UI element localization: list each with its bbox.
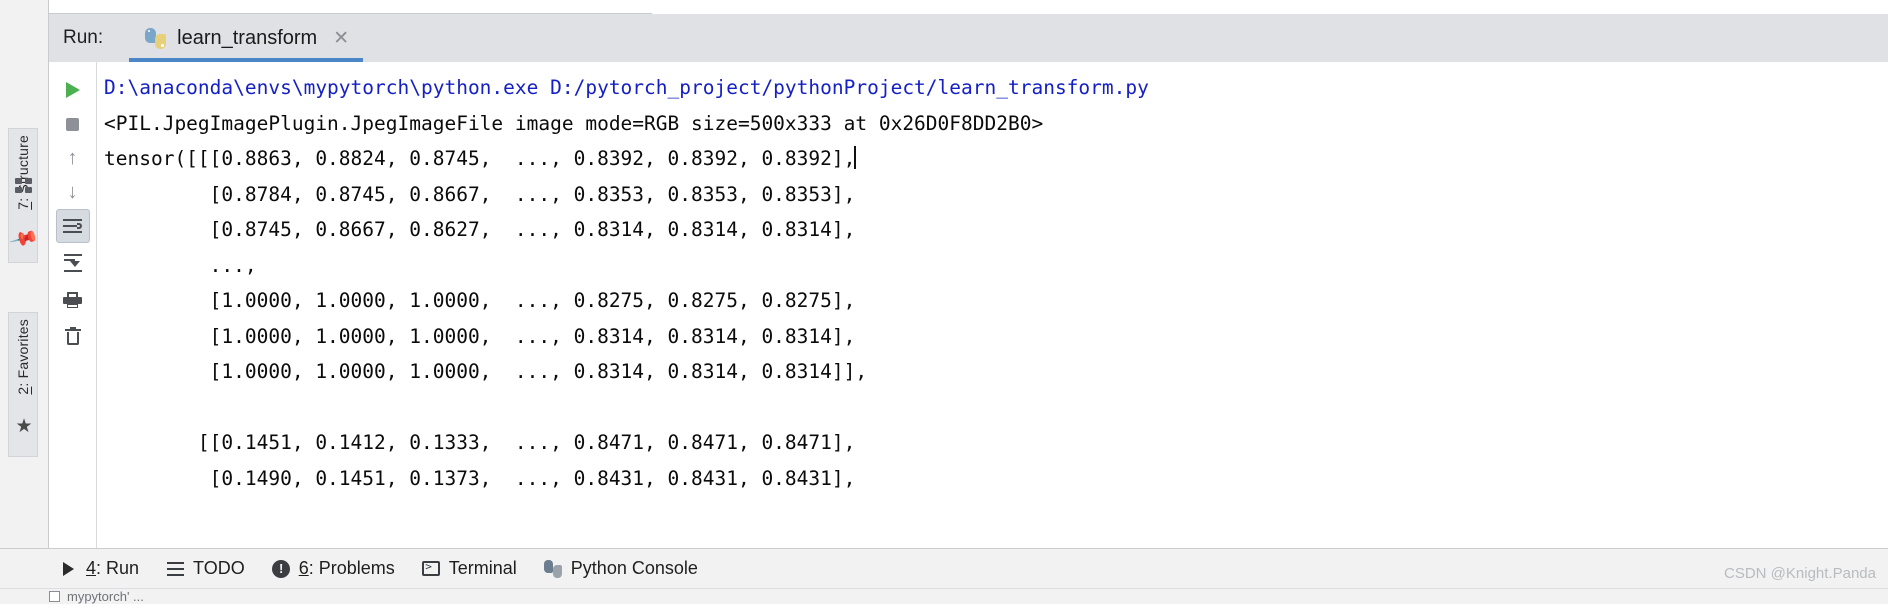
- scroll-to-end-icon: [63, 254, 82, 272]
- arrow-up-icon: ↑: [67, 147, 78, 169]
- bottom-tool-window-bar: 4: Run TODO ! 6: Problems Terminal Pytho…: [0, 548, 1888, 588]
- console-line-text: ...,: [104, 253, 257, 277]
- bottom-tab-problems[interactable]: ! 6: Problems: [262, 549, 412, 589]
- terminal-icon: [422, 559, 441, 578]
- console-line-text: [0.1490, 0.1451, 0.1373, ..., 0.8431, 0.…: [104, 466, 856, 490]
- stop-icon: [66, 117, 79, 131]
- console-line: [0.8745, 0.8667, 0.8627, ..., 0.8314, 0.…: [104, 212, 1888, 248]
- console-line: [1.0000, 1.0000, 1.0000, ..., 0.8314, 0.…: [104, 354, 1888, 390]
- run-tool-window: Run: learn_transform ✕ ↑ ↓ D:\anaconda\e…: [49, 14, 1888, 548]
- bottom-tab-run-label: 4: Run: [86, 558, 140, 578]
- bottom-tab-run[interactable]: 4: Run: [49, 549, 156, 589]
- text-caret: [854, 146, 857, 169]
- soft-wrap-icon: [63, 218, 82, 234]
- run-window-header: Run: learn_transform ✕: [49, 14, 1888, 62]
- console-line-text: [1.0000, 1.0000, 1.0000, ..., 0.8275, 0.…: [104, 289, 856, 312]
- run-icon: [59, 559, 78, 578]
- python-file-icon: [145, 27, 167, 49]
- console-line: [1.0000, 1.0000, 1.0000, ..., 0.8275, 0.…: [104, 283, 1888, 319]
- console-line-text: D:\anaconda\envs\mypytorch\python.exe D:…: [104, 76, 1149, 99]
- console-line: D:\anaconda\envs\mypytorch\python.exe D:…: [104, 70, 1888, 106]
- editor-tab-area: [49, 0, 652, 14]
- up-button[interactable]: ↑: [56, 141, 90, 175]
- console-line: ...,: [104, 248, 1888, 284]
- editor-tab-strip-remnant: [0, 0, 1888, 14]
- todo-list-icon: [166, 559, 185, 578]
- console-line-text: [0.8784, 0.8745, 0.8667, ..., 0.8353, 0.…: [104, 182, 856, 206]
- editor-tab-area-right: [652, 0, 1888, 14]
- sidebar-item-favorites-label: 2: Favorites: [15, 319, 31, 395]
- close-icon[interactable]: ✕: [333, 29, 349, 48]
- left-gutter-top: [0, 0, 49, 14]
- print-button[interactable]: [56, 283, 90, 317]
- trash-icon: [64, 327, 81, 346]
- python-console-icon: [544, 559, 563, 578]
- sidebar-item-structure-label: 7: Structure: [15, 135, 31, 210]
- soft-wrap-button[interactable]: [55, 209, 90, 243]
- console-line: [0.1490, 0.1451, 0.1373, ..., 0.8431, 0.…: [104, 461, 1888, 497]
- bottom-tab-todo-label: TODO: [193, 558, 245, 578]
- bottom-tab-terminal[interactable]: Terminal: [412, 549, 534, 589]
- down-button[interactable]: ↓: [56, 175, 90, 209]
- problems-icon: !: [272, 559, 291, 578]
- favorites-star-icon-button[interactable]: ★: [12, 414, 36, 438]
- console-line-text: [1.0000, 1.0000, 1.0000, ..., 0.8314, 0.…: [104, 360, 868, 383]
- pycharm-run-window: 7: Structure 📌 2: Favorites ★ Run: learn…: [0, 0, 1888, 604]
- bottom-tab-todo[interactable]: TODO: [156, 549, 262, 589]
- arrow-down-icon: ↓: [67, 181, 78, 203]
- bottom-tab-python-console[interactable]: Python Console: [534, 549, 715, 589]
- pin-icon: 📌: [8, 223, 40, 255]
- watermark: CSDN @Knight.Panda: [1724, 565, 1876, 582]
- structure-squares-icon-button[interactable]: [12, 174, 36, 198]
- run-tab-title: learn_transform: [177, 26, 318, 49]
- console-line: [0.8784, 0.8745, 0.8667, ..., 0.8353, 0.…: [104, 177, 1888, 213]
- run-label: Run:: [63, 27, 104, 48]
- console-line-text: [0.8745, 0.8667, 0.8627, ..., 0.8314, 0.…: [104, 218, 856, 241]
- left-tool-window-bar: 7: Structure 📌 2: Favorites ★: [0, 14, 49, 548]
- console-line: tensor([[[0.8863, 0.8824, 0.8745, ..., 0…: [104, 141, 1888, 177]
- clear-all-button[interactable]: [56, 320, 90, 354]
- console-area: ↑ ↓ D:\anaconda\envs\mypytorch\python.ex…: [49, 62, 1888, 548]
- rerun-button[interactable]: [56, 73, 90, 107]
- console-action-toolbar: ↑ ↓: [49, 62, 97, 548]
- star-icon: ★: [15, 415, 33, 437]
- scroll-to-end-button[interactable]: [56, 246, 90, 280]
- console-line-text: tensor([[[0.8863, 0.8824, 0.8745, ..., 0…: [104, 147, 856, 170]
- status-bar-sliver: mypytorch' ...: [0, 588, 1888, 604]
- console-line: [[0.1451, 0.1412, 0.1333, ..., 0.8471, 0…: [104, 425, 1888, 461]
- stop-button[interactable]: [56, 107, 90, 141]
- run-configuration-tab[interactable]: learn_transform ✕: [129, 14, 364, 62]
- print-icon: [63, 292, 82, 308]
- status-sliver-text: mypytorch' ...: [67, 589, 144, 604]
- bottom-tab-python-console-label: Python Console: [570, 558, 698, 578]
- checkbox-icon[interactable]: [49, 591, 60, 602]
- play-icon: [65, 82, 80, 98]
- console-output[interactable]: D:\anaconda\envs\mypytorch\python.exe D:…: [97, 62, 1888, 548]
- console-line: [1.0000, 1.0000, 1.0000, ..., 0.8314, 0.…: [104, 319, 1888, 355]
- console-line: <PIL.JpegImagePlugin.JpegImageFile image…: [104, 106, 1888, 142]
- structure-squares-icon: [15, 178, 33, 194]
- console-line-text: <PIL.JpegImagePlugin.JpegImageFile image…: [104, 111, 1044, 135]
- console-line-text: [1.0000, 1.0000, 1.0000, ..., 0.8314, 0.…: [104, 324, 856, 348]
- console-line-text: [[0.1451, 0.1412, 0.1333, ..., 0.8471, 0…: [104, 431, 856, 454]
- pin-icon-button[interactable]: 📌: [8, 223, 40, 255]
- window-body: 7: Structure 📌 2: Favorites ★ Run: learn…: [0, 14, 1888, 548]
- bottom-tab-problems-label: 6: Problems: [298, 558, 395, 578]
- bottom-tab-terminal-label: Terminal: [448, 558, 517, 578]
